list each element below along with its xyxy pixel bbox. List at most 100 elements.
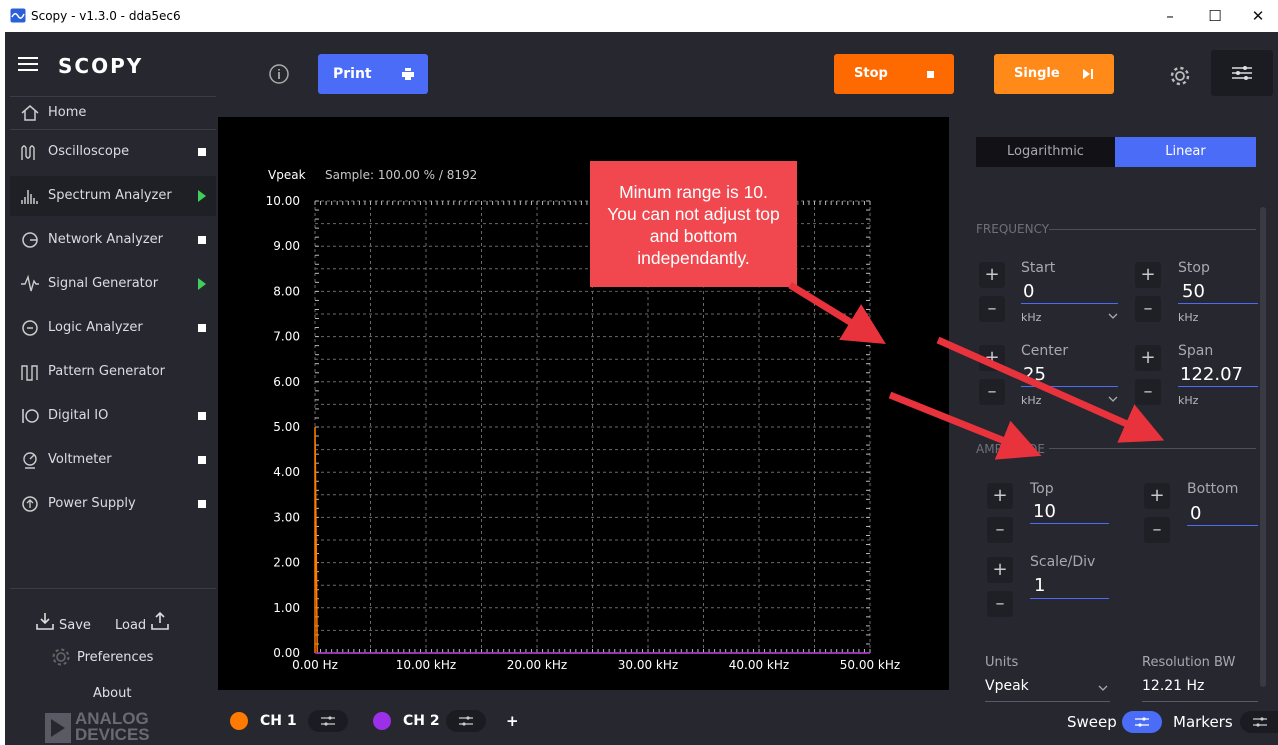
- x-tick-label: 20.00 kHz: [507, 658, 567, 672]
- span-increment-button[interactable]: +: [1135, 345, 1161, 371]
- save-button[interactable]: Save: [35, 611, 95, 635]
- chevron-down-icon[interactable]: [1108, 396, 1118, 403]
- app-window: SCOPY Home Oscilloscope Spectrum Analyze…: [5, 32, 1278, 745]
- span-decrement-button[interactable]: –: [1135, 379, 1161, 405]
- nav-item-signal-generator[interactable]: Signal Generator: [10, 264, 216, 304]
- start-increment-button[interactable]: +: [979, 262, 1005, 288]
- span-input[interactable]: 122.07: [1180, 364, 1243, 385]
- single-step-icon: [1083, 69, 1093, 79]
- stop-button[interactable]: Stop: [834, 54, 954, 94]
- x-tick-label: 30.00 kHz: [618, 658, 678, 672]
- span-unit[interactable]: kHz: [1178, 394, 1198, 407]
- close-button[interactable]: ✕: [1238, 4, 1278, 28]
- nav-label: Home: [48, 105, 87, 120]
- y-tick-label: 6.00: [273, 375, 300, 389]
- center-label: Center: [1021, 343, 1069, 359]
- sweep-settings-button[interactable]: [1122, 711, 1162, 733]
- nav-item-power-supply[interactable]: Power Supply: [10, 484, 216, 524]
- nav-item-logic-analyzer[interactable]: Logic Analyzer: [10, 308, 216, 348]
- top-input[interactable]: 10: [1033, 501, 1056, 522]
- top-label: Top: [1030, 481, 1054, 497]
- nav-item-pattern-generator[interactable]: Pattern Generator: [10, 352, 216, 392]
- spectrum-plot[interactable]: Vpeak Sample: 100.00 % / 8192 0.00 1.00 2.…: [218, 117, 949, 690]
- settings-gear-icon[interactable]: [1169, 65, 1191, 87]
- start-input[interactable]: 0: [1023, 281, 1034, 302]
- bottom-decrement-button[interactable]: –: [1144, 517, 1170, 543]
- single-button[interactable]: Single: [994, 54, 1114, 94]
- center-decrement-button[interactable]: –: [979, 379, 1005, 405]
- nav-item-network-analyzer[interactable]: Network Analyzer: [10, 220, 216, 260]
- scale-div-underline: [1030, 598, 1109, 599]
- stop-underline: [1178, 303, 1258, 304]
- top-decrement-button[interactable]: –: [987, 517, 1013, 543]
- markers-settings-button[interactable]: [1240, 711, 1278, 733]
- analog-devices-logo: ANALOG DEVICES: [45, 711, 155, 745]
- nav-item-digital-io[interactable]: Digital IO: [10, 396, 216, 436]
- ch1-settings-button[interactable]: [308, 710, 348, 732]
- logo-triangle: [51, 719, 65, 737]
- nav-item-oscilloscope[interactable]: Oscilloscope: [10, 132, 216, 172]
- nav-label: Logic Analyzer: [48, 320, 143, 335]
- print-button[interactable]: Print: [318, 54, 428, 94]
- stop-freq-input[interactable]: 50: [1182, 281, 1205, 302]
- preferences-button[interactable]: Preferences: [51, 646, 171, 668]
- power-icon: [22, 496, 38, 512]
- start-decrement-button[interactable]: –: [979, 296, 1005, 322]
- scale-div-decrement-button[interactable]: –: [987, 591, 1013, 617]
- tool-settings-button[interactable]: [1211, 50, 1273, 96]
- center-underline: [1021, 386, 1118, 387]
- panel-scrollbar[interactable]: [1260, 207, 1266, 687]
- nav-item-spectrum-analyzer[interactable]: Spectrum Analyzer: [10, 176, 216, 216]
- oscilloscope-icon: [21, 145, 35, 160]
- y-tick-label: 2.00: [273, 556, 300, 570]
- logarithmic-option[interactable]: Logarithmic: [976, 137, 1115, 167]
- center-increment-button[interactable]: +: [979, 345, 1005, 371]
- scale-div-input[interactable]: 1: [1034, 575, 1045, 596]
- nav-item-home[interactable]: Home: [10, 93, 216, 133]
- running-indicator: [198, 190, 206, 202]
- top-increment-button[interactable]: +: [987, 483, 1013, 509]
- logic-icon: [22, 320, 38, 336]
- load-button[interactable]: Load: [115, 611, 175, 635]
- x-tick-label: 50.00 kHz: [840, 658, 900, 672]
- units-select[interactable]: Vpeak: [985, 674, 1110, 702]
- stop-decrement-button[interactable]: –: [1135, 296, 1161, 322]
- resolution-bw-value: 12.21 Hz: [1142, 678, 1205, 694]
- resolution-bw-select[interactable]: 12.21 Hz: [1142, 674, 1258, 702]
- ch2-label[interactable]: CH 2: [403, 713, 440, 729]
- ch1-color-dot[interactable]: [230, 712, 248, 730]
- linear-option[interactable]: Linear: [1115, 137, 1256, 167]
- chevron-down-icon[interactable]: [1108, 313, 1118, 320]
- divider: [10, 588, 216, 589]
- nav-item-voltmeter[interactable]: Voltmeter: [10, 440, 216, 480]
- scopy-app-icon: [10, 8, 26, 23]
- info-icon[interactable]: [268, 63, 290, 85]
- minimize-button[interactable]: –: [1150, 4, 1190, 28]
- digital-io-icon: [22, 409, 39, 423]
- hamburger-menu-icon[interactable]: [18, 57, 38, 71]
- print-label: Print: [333, 66, 372, 82]
- start-unit[interactable]: kHz: [1021, 311, 1041, 324]
- x-tick-label: 10.00 kHz: [396, 658, 456, 672]
- stopped-indicator: [198, 324, 206, 332]
- nav-label: Power Supply: [48, 496, 136, 511]
- stop-unit[interactable]: kHz: [1178, 311, 1198, 324]
- single-label: Single: [1014, 66, 1060, 81]
- y-tick-label: 5.00: [273, 420, 300, 434]
- resolution-bw-label: Resolution BW: [1142, 655, 1236, 670]
- center-unit[interactable]: kHz: [1021, 394, 1041, 407]
- ch2-settings-button[interactable]: [446, 710, 486, 732]
- ch2-color-dot[interactable]: [373, 712, 391, 730]
- about-link[interactable]: About: [93, 686, 131, 701]
- home-icon: [21, 105, 39, 121]
- scale-div-increment-button[interactable]: +: [987, 557, 1013, 583]
- spectrum-icon: [21, 190, 38, 204]
- gear-icon: [52, 648, 70, 666]
- stop-increment-button[interactable]: +: [1135, 262, 1161, 288]
- bottom-input[interactable]: 0: [1190, 503, 1201, 524]
- maximize-button[interactable]: ☐: [1195, 4, 1235, 28]
- ch1-label[interactable]: CH 1: [260, 713, 297, 729]
- center-input[interactable]: 25: [1023, 364, 1046, 385]
- bottom-increment-button[interactable]: +: [1144, 483, 1170, 509]
- add-channel-button[interactable]: +: [506, 712, 519, 730]
